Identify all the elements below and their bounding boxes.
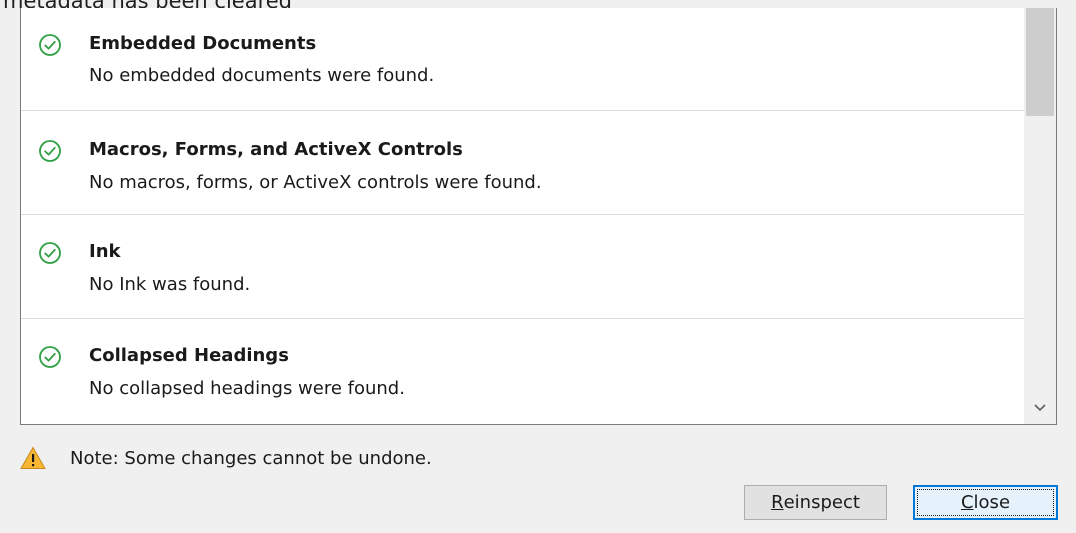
results-scrollbar[interactable] (1024, 8, 1056, 424)
result-title: Macros, Forms, and ActiveX Controls (89, 139, 463, 160)
result-item-embedded-documents: Embedded Documents No embedded documents… (21, 8, 1024, 111)
result-title: Collapsed Headings (89, 345, 289, 366)
result-item-ink: Ink No Ink was found. (21, 215, 1024, 319)
result-title: Ink (89, 241, 121, 262)
inspection-results-list: Embedded Documents No embedded documents… (20, 8, 1057, 425)
result-description: No Ink was found. (89, 274, 251, 295)
close-button[interactable]: Close (913, 485, 1058, 520)
reinspect-label: einspect (783, 492, 860, 513)
chevron-down-icon (1034, 404, 1046, 412)
scrollbar-thumb[interactable] (1026, 8, 1054, 116)
result-description: No macros, forms, or ActiveX controls we… (89, 172, 542, 193)
result-item-collapsed-headings: Collapsed Headings No collapsed headings… (21, 319, 1024, 423)
check-circle-icon (39, 242, 61, 264)
result-description: No embedded documents were found. (89, 65, 435, 86)
warning-note: Note: Some changes cannot be undone. (70, 448, 432, 469)
check-circle-icon (39, 346, 61, 368)
result-description: No collapsed headings were found. (89, 378, 405, 399)
check-circle-icon (39, 34, 61, 56)
reinspect-button[interactable]: Reinspect (744, 485, 887, 520)
check-circle-icon (39, 140, 61, 162)
scroll-down-button[interactable] (1024, 396, 1056, 424)
reinspect-accelerator: R (771, 492, 784, 513)
result-item-macros-forms-activex: Macros, Forms, and ActiveX Controls No m… (21, 111, 1024, 215)
result-title: Embedded Documents (89, 33, 317, 54)
warning-triangle-icon (20, 446, 46, 469)
focus-ring (917, 489, 1054, 516)
document-inspector-dialog: metadata has been cleared Embedded Docum… (0, 0, 1076, 533)
